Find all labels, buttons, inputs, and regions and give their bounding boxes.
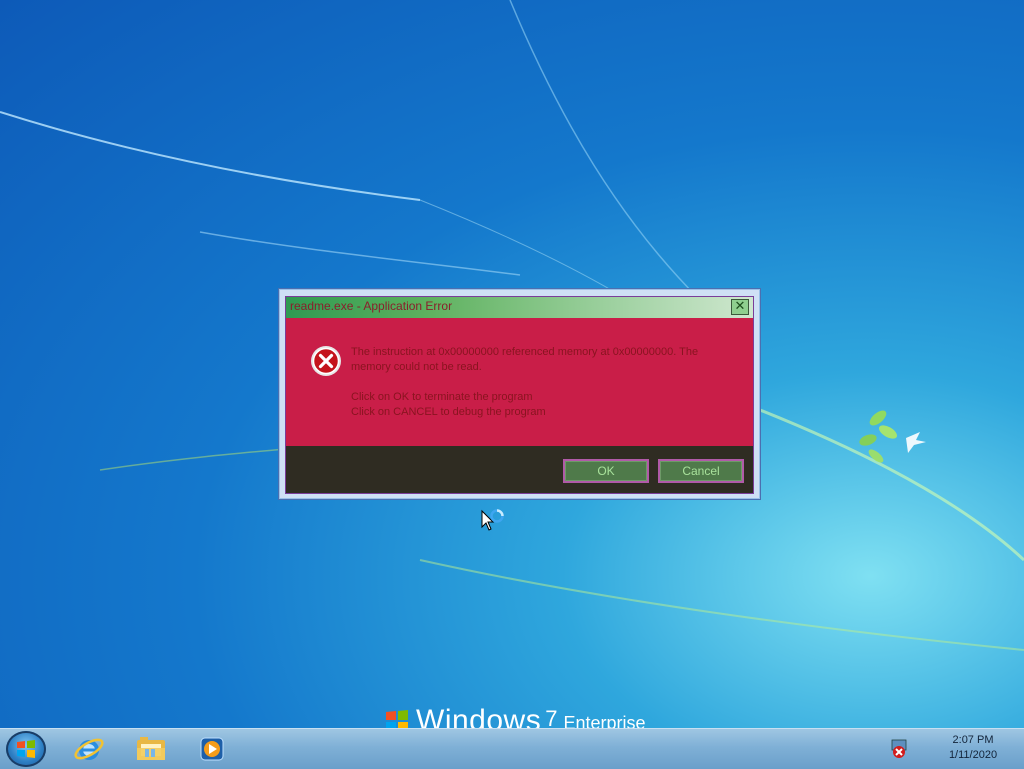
windows-start-icon [17,740,35,758]
dialog-titlebar[interactable]: readme.exe - Application Error ✕ [286,297,753,318]
busy-cursor-icon [481,509,504,531]
taskbar [0,728,1024,769]
branding-windows-text: Windows [416,704,542,728]
dialog-message-area: The instruction at 0x00000000 referenced… [286,318,753,446]
message-line-3: Click on OK to terminate the program [351,391,533,403]
message-line-2: memory could not be read. [351,361,482,373]
windows-branding: Windows 7 Enterprise [384,704,646,728]
ok-button[interactable]: OK [563,459,649,483]
close-icon: ✕ [734,299,746,314]
message-line-1: The instruction at 0x00000000 referenced… [351,346,699,358]
network-error-icon[interactable] [889,738,911,758]
taskbar-clock[interactable]: 2:07 PM 1/11/2020 [930,733,1016,763]
dialog-title: readme.exe - Application Error [290,299,453,313]
clock-time: 2:07 PM [952,734,994,746]
application-error-dialog[interactable]: readme.exe - Application Error ✕ The ins… [278,288,761,500]
dialog-button-bar: OK Cancel [286,446,753,493]
windows-explorer-icon[interactable] [135,733,167,765]
media-player-icon[interactable] [196,733,228,765]
close-button[interactable]: ✕ [731,299,749,315]
windows-flag-icon [386,710,408,728]
dialog-message: The instruction at 0x00000000 referenced… [351,345,741,420]
dialog-frame: readme.exe - Application Error ✕ The ins… [285,296,754,494]
branding-version-text: 7 [545,706,558,728]
error-icon [311,346,341,376]
message-line-4: Click on CANCEL to debug the program [351,406,546,418]
internet-explorer-icon[interactable] [73,733,105,765]
cancel-button[interactable]: Cancel [658,459,744,483]
wallpaper-bird [906,432,926,453]
start-button[interactable] [6,731,46,767]
clock-date: 1/11/2020 [948,749,998,761]
branding-edition-text: Enterprise [563,713,646,728]
